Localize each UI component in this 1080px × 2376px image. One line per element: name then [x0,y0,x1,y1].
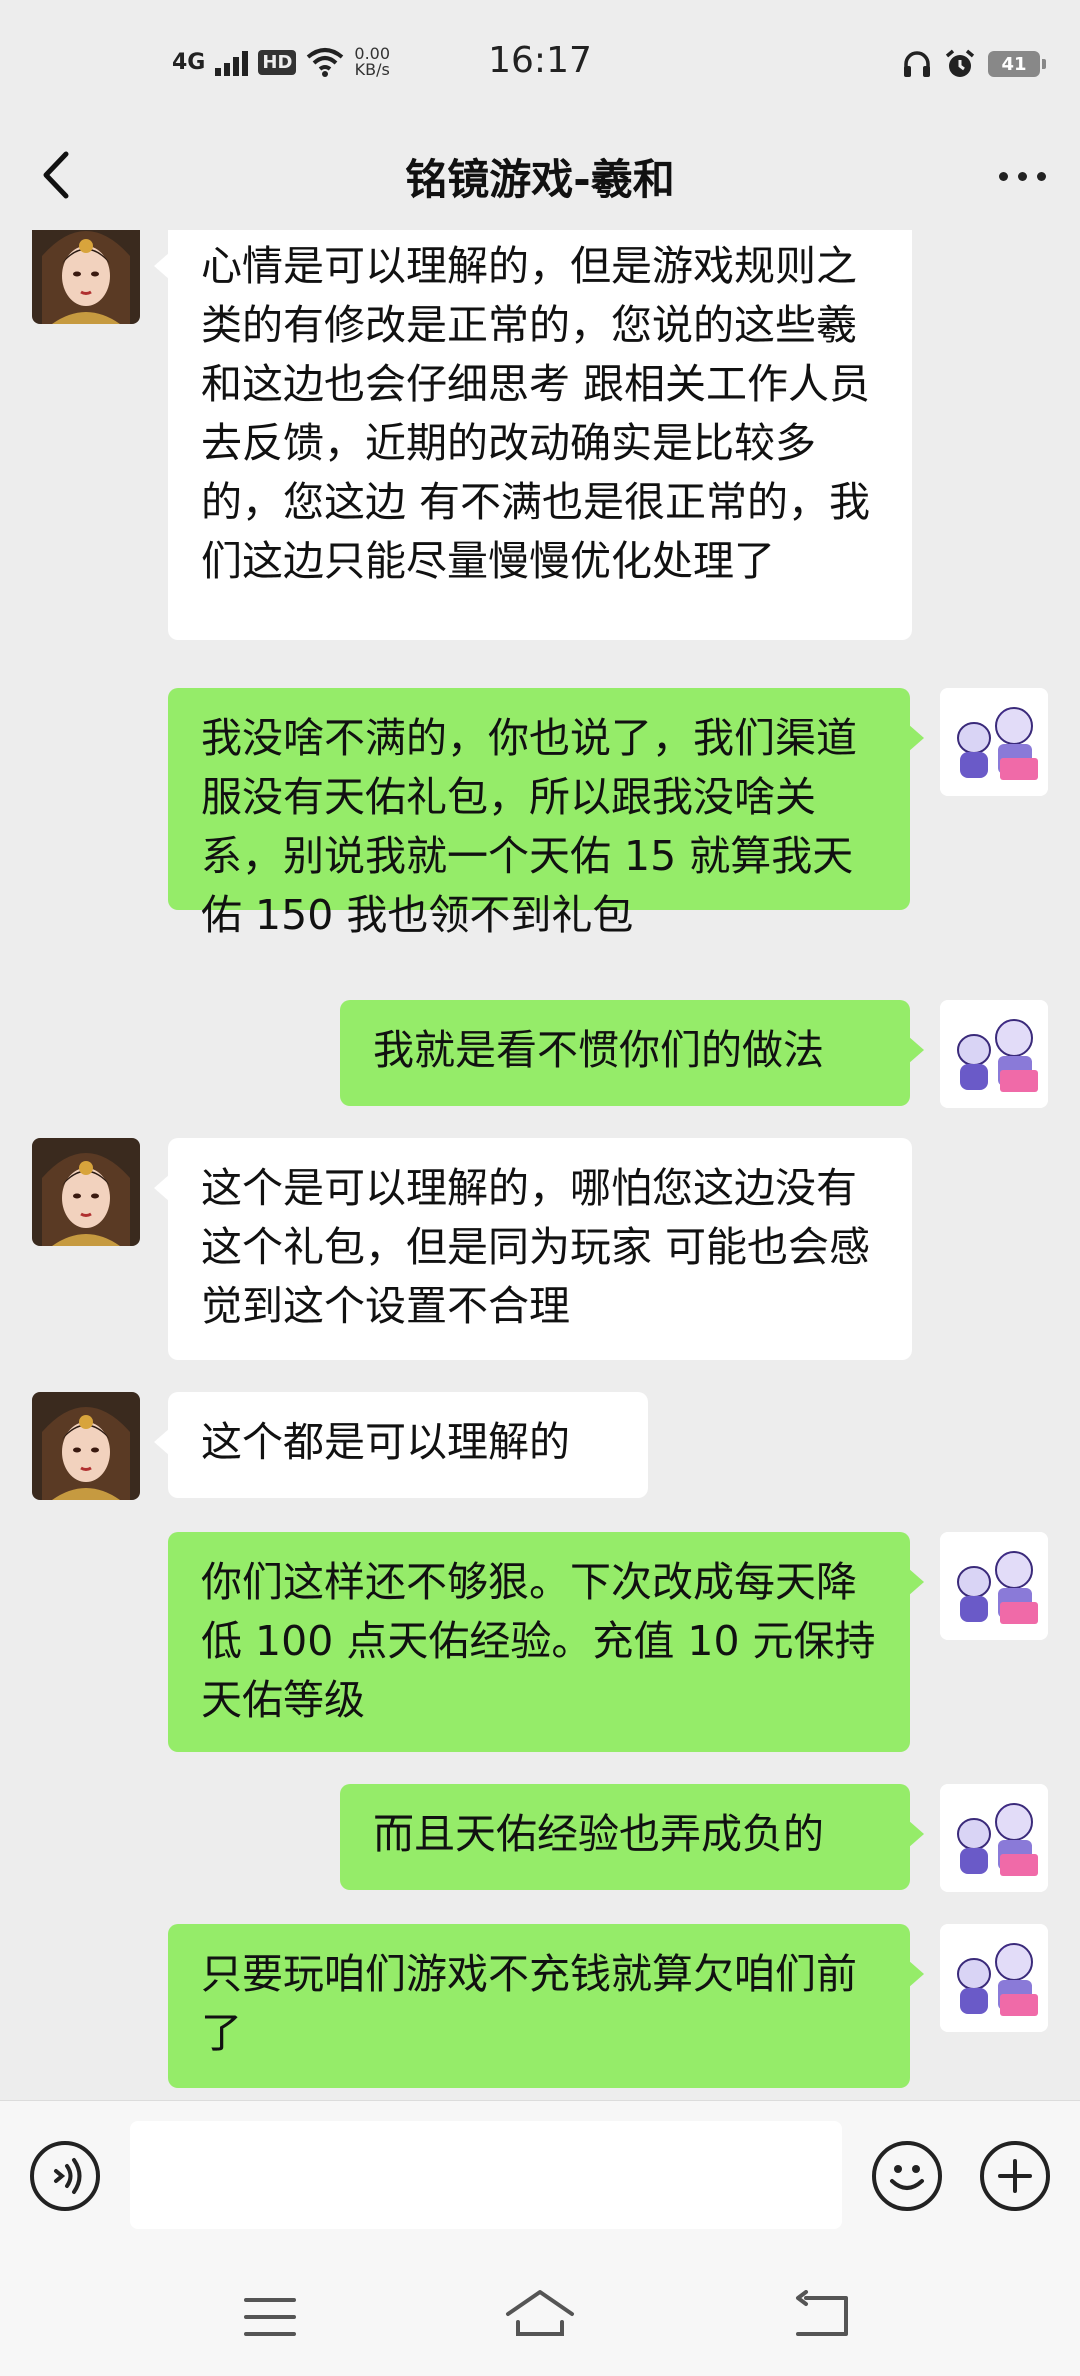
system-navigation-bar [0,2250,1080,2376]
outgoing-message-bubble[interactable]: 我没啥不满的，你也说了，我们渠道服没有天佑礼包，所以跟我没啥关系，别说我就一个天… [168,688,924,939]
avatar-cartoon-icon [940,1532,1048,1640]
avatar-cartoon-icon [940,688,1048,796]
message-row: 我没啥不满的，你也说了，我们渠道服没有天佑礼包，所以跟我没啥关系，别说我就一个天… [0,688,1080,939]
contact-avatar[interactable] [32,1392,140,1500]
user-avatar[interactable] [940,1924,1048,2032]
more-functions-button[interactable] [980,2141,1050,2211]
user-avatar[interactable] [940,1532,1048,1640]
message-row: 我就是看不惯你们的做法 [0,1000,1080,1108]
incoming-message-bubble[interactable]: 这个是可以理解的，哪怕您这边没有这个礼包，但是同为玩家 可能也会感觉到这个设置不… [154,1138,912,1360]
chat-header: 铭镜游戏-羲和 [0,120,1080,230]
battery-icon: 41 [988,51,1046,77]
user-avatar[interactable] [940,1000,1048,1108]
emoji-button[interactable] [872,2141,942,2211]
more-dot-icon [1017,171,1027,181]
avatar-cartoon-icon [940,1924,1048,2032]
avatar-cartoon-icon [940,1000,1048,1108]
home-icon[interactable] [504,2286,576,2340]
incoming-message-bubble[interactable]: 这个都是可以理解的 [154,1392,648,1498]
back-nav-icon[interactable] [792,2290,852,2340]
chat-input-bar [0,2100,1080,2251]
plus-icon [998,2159,1032,2193]
emoji-icon [890,2165,924,2190]
battery-level: 41 [1001,53,1027,75]
voice-input-button[interactable] [30,2141,100,2211]
message-row: 你们这样还不够狠。下次改成每天降低 100 点天佑经验。充值 10 元保持天佑等… [0,1532,1080,1752]
message-row: 而且天佑经验也弄成负的 [0,1784,1080,1892]
more-dot-icon [1036,171,1046,181]
alarm-icon [945,49,975,77]
outgoing-message-bubble[interactable]: 只要玩咱们游戏不充钱就算欠咱们前了 [168,1924,924,2088]
avatar-portrait-icon [32,1138,140,1246]
more-dot-icon [998,171,1008,181]
headphones-icon [904,51,930,77]
more-options-button[interactable] [990,144,1054,208]
outgoing-message-bubble[interactable]: 你们这样还不够狠。下次改成每天降低 100 点天佑经验。充值 10 元保持天佑等… [168,1532,924,1752]
menu-icon[interactable] [242,2294,298,2340]
status-right: 41 [902,44,1046,84]
voice-icon [54,2158,82,2194]
message-row: 这个是可以理解的，哪怕您这边没有这个礼包，但是同为玩家 可能也会感觉到这个设置不… [0,1138,1080,1360]
message-row: 这个都是可以理解的 [0,1392,1080,1500]
user-avatar[interactable] [940,1784,1048,1892]
message-input[interactable] [130,2121,842,2229]
avatar-cartoon-icon [940,1784,1048,1892]
outgoing-message-bubble[interactable]: 我就是看不惯你们的做法 [340,1000,924,1106]
chat-title: 铭镜游戏-羲和 [405,155,675,204]
message-list[interactable]: 心情是可以理解的，但是游戏规则之类的有修改是正常的，您说的这些羲和这边也会仔细思… [0,230,1080,2100]
message-row: 心情是可以理解的，但是游戏规则之类的有修改是正常的，您说的这些羲和这边也会仔细思… [0,230,1080,640]
status-bar: 4G HD 0.00 KB/s 16:17 41 [0,0,1080,120]
avatar-portrait-icon [32,230,140,324]
outgoing-message-bubble[interactable]: 而且天佑经验也弄成负的 [340,1784,924,1890]
incoming-message-bubble[interactable]: 心情是可以理解的，但是游戏规则之类的有修改是正常的，您说的这些羲和这边也会仔细思… [154,230,912,640]
contact-avatar[interactable] [32,230,140,324]
avatar-portrait-icon [32,1392,140,1500]
message-row: 只要玩咱们游戏不充钱就算欠咱们前了 [0,1924,1080,2088]
contact-avatar[interactable] [32,1138,140,1246]
user-avatar[interactable] [940,688,1048,796]
